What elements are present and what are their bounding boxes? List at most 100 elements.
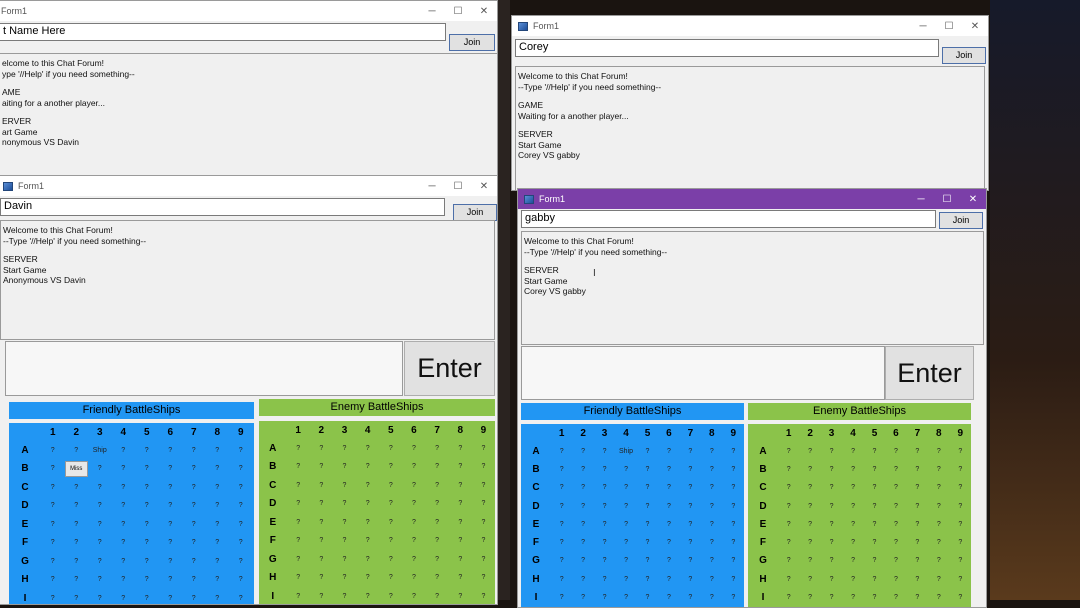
grid-cell[interactable]: ? (379, 593, 402, 600)
grid-cell[interactable]: ? (402, 574, 425, 581)
grid-cell[interactable]: ? (885, 484, 906, 491)
grid-cell[interactable]: ? (778, 539, 799, 546)
grid-cell[interactable]: ? (864, 466, 885, 473)
grid-cell[interactable]: ? (864, 576, 885, 583)
grid-cell[interactable]: ? (907, 503, 928, 510)
grid-cell[interactable]: ? (615, 466, 636, 473)
grid-cell[interactable]: ? (229, 539, 253, 546)
grid-cell[interactable]: ? (864, 503, 885, 510)
grid-cell[interactable]: ? (637, 576, 658, 583)
grid-cell[interactable]: ? (799, 484, 820, 491)
join-button[interactable]: Join (939, 212, 983, 229)
grid-cell[interactable]: ? (864, 539, 885, 546)
grid-cell[interactable]: ? (112, 558, 136, 565)
grid-cell[interactable]: ? (426, 537, 449, 544)
grid-cell[interactable]: ? (885, 576, 906, 583)
grid-cell[interactable]: ? (426, 519, 449, 526)
grid-cell[interactable]: ? (864, 521, 885, 528)
grid-cell[interactable]: ? (723, 539, 744, 546)
maximize-icon[interactable]: ☐ (445, 6, 471, 17)
grid-cell[interactable]: ? (701, 466, 722, 473)
join-button[interactable]: Join (942, 47, 986, 64)
grid-cell[interactable]: ? (842, 576, 863, 583)
grid-cell[interactable]: ? (658, 503, 679, 510)
grid-cell[interactable]: ? (182, 502, 206, 509)
grid-cell[interactable]: ? (799, 503, 820, 510)
grid-cell[interactable]: ? (88, 521, 112, 528)
grid-cell[interactable]: ? (701, 484, 722, 491)
grid-cell[interactable]: ? (287, 556, 310, 563)
grid-cell[interactable]: ? (472, 574, 495, 581)
grid-cell[interactable]: ? (551, 466, 572, 473)
grid-cell[interactable]: ? (842, 539, 863, 546)
grid-cell[interactable]: ? (928, 576, 949, 583)
grid-cell[interactable]: ? (206, 484, 230, 491)
grid-cell[interactable]: ? (333, 500, 356, 507)
grid-cell[interactable]: ? (379, 482, 402, 489)
minimize-icon[interactable]: ─ (908, 194, 934, 205)
grid-cell[interactable]: ? (65, 595, 89, 602)
grid-cell[interactable]: ? (310, 593, 333, 600)
grid-cell[interactable]: ? (950, 557, 971, 564)
grid-cell[interactable]: ? (182, 521, 206, 528)
grid-cell[interactable]: ? (885, 503, 906, 510)
grid-cell[interactable]: ? (379, 500, 402, 507)
grid-cell[interactable]: ? (379, 574, 402, 581)
grid-cell[interactable]: ? (594, 521, 615, 528)
grid-cell[interactable]: ? (658, 484, 679, 491)
grid-cell[interactable]: ? (426, 445, 449, 452)
grid-cell[interactable]: ? (637, 557, 658, 564)
grid-cell[interactable]: ? (821, 539, 842, 546)
grid-cell[interactable]: ? (799, 539, 820, 546)
grid-cell[interactable]: ? (680, 521, 701, 528)
grid-cell[interactable]: ? (778, 557, 799, 564)
grid-cell[interactable]: ? (112, 576, 136, 583)
grid-cell[interactable]: ? (88, 502, 112, 509)
grid-cell[interactable]: ? (572, 466, 593, 473)
grid-cell[interactable]: ? (135, 447, 159, 454)
grid-cell[interactable]: ? (572, 484, 593, 491)
grid-cell[interactable]: ? (551, 539, 572, 546)
grid-cell[interactable]: ? (333, 574, 356, 581)
grid-cell[interactable]: ? (41, 595, 65, 602)
grid-cell[interactable]: ? (287, 463, 310, 470)
grid-cell[interactable]: ? (182, 576, 206, 583)
grid-cell[interactable]: ? (65, 558, 89, 565)
grid-cell[interactable]: ? (723, 557, 744, 564)
grid-cell[interactable]: ? (159, 502, 183, 509)
grid-cell[interactable]: ? (41, 558, 65, 565)
grid-cell[interactable]: ? (821, 484, 842, 491)
grid-cell[interactable]: ? (778, 448, 799, 455)
grid-cell[interactable]: ? (950, 484, 971, 491)
grid-cell[interactable]: ? (864, 448, 885, 455)
grid-cell[interactable]: ? (426, 463, 449, 470)
grid-cell[interactable]: ? (65, 539, 89, 546)
grid-cell[interactable]: ? (615, 503, 636, 510)
grid-cell[interactable]: ? (159, 595, 183, 602)
grid-cell[interactable]: ? (402, 445, 425, 452)
grid-cell[interactable]: ? (379, 556, 402, 563)
grid-cell[interactable]: ? (229, 558, 253, 565)
grid-cell[interactable]: ? (799, 521, 820, 528)
grid-cell[interactable]: ? (950, 503, 971, 510)
grid-cell[interactable]: ? (65, 447, 89, 454)
grid-cell[interactable]: ? (135, 595, 159, 602)
grid-cell[interactable]: ? (551, 576, 572, 583)
grid-cell[interactable]: ? (842, 466, 863, 473)
grid-cell[interactable]: ? (333, 463, 356, 470)
grid-cell[interactable]: ? (950, 448, 971, 455)
grid-cell[interactable]: ? (723, 576, 744, 583)
grid-cell[interactable]: ? (379, 519, 402, 526)
grid-cell[interactable]: ? (41, 502, 65, 509)
grid-cell[interactable]: ? (551, 503, 572, 510)
grid-cell[interactable]: ? (864, 557, 885, 564)
grid-cell[interactable]: ? (680, 576, 701, 583)
grid-cell[interactable]: ? (65, 484, 89, 491)
grid-cell[interactable]: ? (778, 484, 799, 491)
grid-cell[interactable]: ? (821, 557, 842, 564)
grid-cell[interactable]: ? (135, 558, 159, 565)
grid-cell[interactable]: ? (885, 448, 906, 455)
grid-cell[interactable]: ? (229, 576, 253, 583)
grid-cell[interactable]: ? (159, 465, 183, 472)
grid-cell[interactable]: ? (928, 448, 949, 455)
